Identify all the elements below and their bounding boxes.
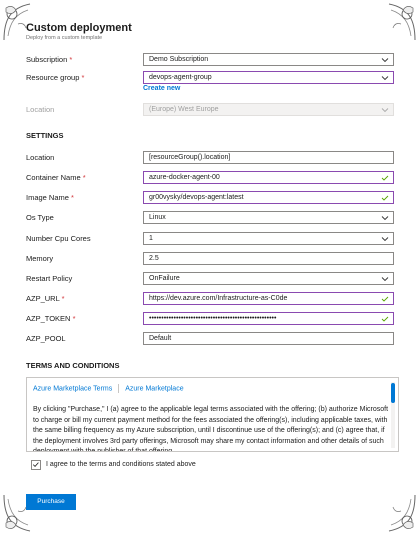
chevron-down-icon <box>381 237 389 242</box>
setting-location-input[interactable]: [resourceGroup().location] <box>143 151 394 164</box>
setting-location-row: Location [resourceGroup().location] <box>26 151 394 165</box>
image-name-row: Image Name * gr00vysky/devops-agent:late… <box>26 191 394 205</box>
ornament-icon <box>388 3 416 41</box>
azp-token-row: AZP_TOKEN * ••••••••••••••••••••••••••••… <box>26 312 394 326</box>
restart-policy-select[interactable]: OnFailure <box>143 272 394 285</box>
tab-divider <box>118 384 120 393</box>
location-label: Location <box>26 105 55 114</box>
azp-url-row: AZP_URL * https://dev.azure.com/Infrastr… <box>26 292 394 306</box>
image-name-label: Image Name * <box>26 193 74 202</box>
checkmark-icon <box>381 296 389 302</box>
os-type-label: Os Type <box>26 213 54 222</box>
container-name-input[interactable]: azure-docker-agent-00 <box>143 171 394 184</box>
location-select: (Europe) West Europe <box>143 103 394 116</box>
container-name-label: Container Name * <box>26 173 86 182</box>
checkmark-icon <box>381 175 389 181</box>
restart-policy-row: Restart Policy OnFailure <box>26 272 394 286</box>
subscription-row: Subscription * Demo Subscription <box>26 53 394 67</box>
subscription-label: Subscription * <box>26 55 73 64</box>
terms-panel: Azure Marketplace Terms Azure Marketplace… <box>26 377 399 452</box>
memory-label: Memory <box>26 254 54 263</box>
image-name-input[interactable]: gr00vysky/devops-agent:latest <box>143 191 394 204</box>
cpu-cores-row: Number Cpu Cores 1 <box>26 232 394 246</box>
azp-pool-row: AZP_POOL Default <box>26 332 394 346</box>
subscription-select[interactable]: Demo Subscription <box>143 53 394 66</box>
ornament-icon <box>3 494 31 532</box>
restart-policy-label: Restart Policy <box>26 274 73 283</box>
tab-marketplace-terms[interactable]: Azure Marketplace Terms <box>33 385 112 392</box>
azp-pool-label: AZP_POOL <box>26 334 66 343</box>
resource-group-row: Resource group * devops-agent-group Crea… <box>26 71 394 99</box>
resource-group-label: Resource group * <box>26 73 85 82</box>
terms-body: By clicking "Purchase," I (a) agree to t… <box>33 406 389 452</box>
scrollbar-thumb[interactable] <box>391 383 395 403</box>
terms-tabs: Azure Marketplace Terms Azure Marketplace <box>33 384 184 398</box>
azp-pool-input[interactable]: Default <box>143 332 394 345</box>
chevron-down-icon <box>381 108 389 113</box>
setting-location-label: Location <box>26 153 55 162</box>
os-type-row: Os Type Linux <box>26 211 394 225</box>
checkmark-icon <box>381 316 389 322</box>
agree-checkbox[interactable] <box>31 460 41 470</box>
ornament-icon <box>3 3 31 41</box>
checkmark-icon <box>32 462 39 468</box>
checkmark-icon <box>381 195 389 201</box>
terms-heading: TERMS AND CONDITIONS <box>26 361 120 370</box>
azp-token-input[interactable]: ••••••••••••••••••••••••••••••••••••••••… <box>143 312 394 325</box>
chevron-down-icon <box>381 76 389 81</box>
container-name-row: Container Name * azure-docker-agent-00 <box>26 171 394 185</box>
settings-heading: SETTINGS <box>26 131 64 140</box>
chevron-down-icon <box>381 58 389 63</box>
memory-row: Memory 2.5 <box>26 252 394 266</box>
agree-label: I agree to the terms and conditions stat… <box>46 461 196 468</box>
azp-token-label: AZP_TOKEN * <box>26 314 76 323</box>
create-new-link[interactable]: Create new <box>143 85 180 92</box>
chevron-down-icon <box>381 216 389 221</box>
tab-marketplace[interactable]: Azure Marketplace <box>125 385 183 392</box>
location-row: Location (Europe) West Europe <box>26 103 394 117</box>
ornament-icon <box>388 494 416 532</box>
os-type-select[interactable]: Linux <box>143 211 394 224</box>
resource-group-select[interactable]: devops-agent-group <box>143 71 394 84</box>
memory-input[interactable]: 2.5 <box>143 252 394 265</box>
cpu-cores-label: Number Cpu Cores <box>26 234 91 243</box>
cpu-cores-select[interactable]: 1 <box>143 232 394 245</box>
azp-url-input[interactable]: https://dev.azure.com/Infrastructure-as-… <box>143 292 394 305</box>
chevron-down-icon <box>381 277 389 282</box>
azp-url-label: AZP_URL * <box>26 294 65 303</box>
